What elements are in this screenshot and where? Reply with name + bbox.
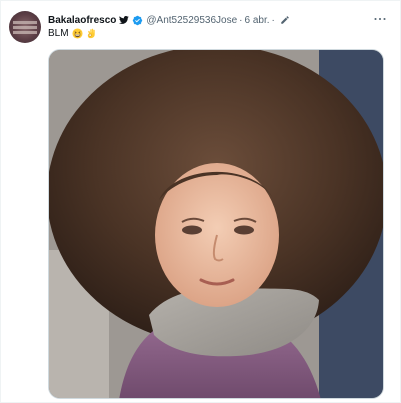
tweet-text-body: BLM: [48, 28, 69, 39]
tweet-text: BLM: [48, 28, 97, 39]
ok-hand-icon: [86, 28, 97, 39]
twitter-bird-icon: [119, 15, 130, 25]
verified-badge-icon: [132, 15, 143, 26]
more-options-icon[interactable]: [372, 12, 388, 26]
tweet-card[interactable]: Bakalaofresco @Ant52529536Jose · 6 abr. …: [0, 0, 401, 403]
author-handle[interactable]: @Ant52529536Jose: [146, 15, 237, 26]
author-name[interactable]: Bakalaofresco: [48, 15, 116, 26]
tweet-photo[interactable]: [48, 49, 384, 399]
separator: ·: [239, 14, 243, 26]
grinning-squinting-face-icon: [72, 28, 83, 39]
timestamp[interactable]: 6 abr.: [245, 15, 270, 26]
tweet-header: Bakalaofresco @Ant52529536Jose · 6 abr. …: [48, 12, 290, 28]
photo-content: [49, 50, 383, 398]
separator: ·: [271, 14, 275, 26]
pencil-icon[interactable]: [280, 15, 290, 25]
avatar[interactable]: [9, 11, 41, 43]
